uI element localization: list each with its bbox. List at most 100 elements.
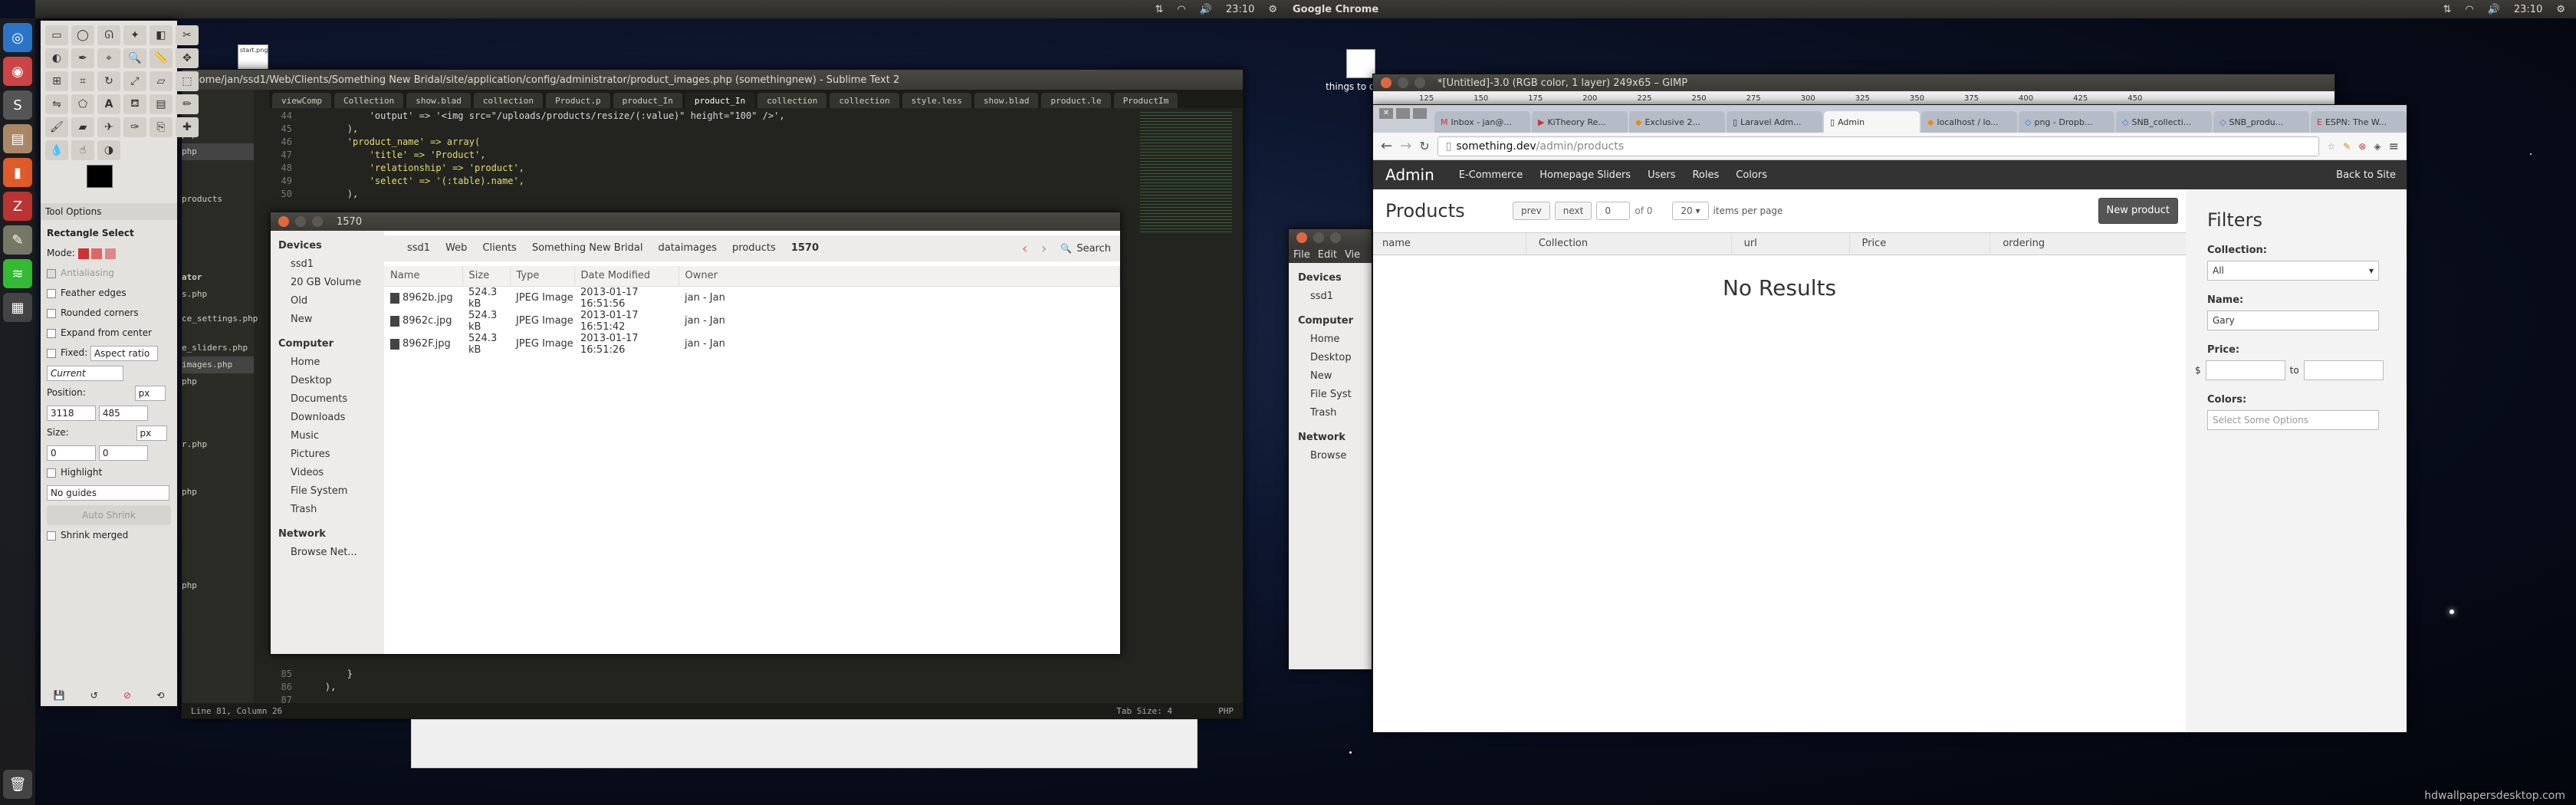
back-icon[interactable]: ← bbox=[1381, 138, 1392, 154]
minimap[interactable] bbox=[1140, 110, 1232, 232]
scale-tool-icon[interactable]: ⤢ bbox=[123, 71, 146, 91]
wifi-icon[interactable]: ◠ bbox=[1177, 4, 1185, 15]
current-field[interactable]: Current bbox=[47, 365, 123, 381]
sidebar-item-desktop[interactable]: Desktop bbox=[1298, 349, 1364, 367]
filezilla-icon[interactable]: Z bbox=[3, 192, 32, 221]
sidebar-item-old[interactable]: Old bbox=[278, 292, 376, 310]
sidebar-file[interactable]: products bbox=[182, 191, 254, 208]
crumb-clients[interactable]: Clients bbox=[475, 238, 524, 258]
col-size[interactable]: Size bbox=[462, 266, 511, 287]
rounded-checkbox[interactable]: Rounded corners bbox=[47, 303, 171, 323]
new-product-button[interactable]: New product bbox=[2098, 198, 2178, 224]
sidebar-item-trash[interactable]: Trash bbox=[1298, 404, 1364, 422]
save-options-icon[interactable]: 💾 bbox=[54, 690, 65, 701]
adblock-icon[interactable]: ⊗ bbox=[2358, 141, 2366, 152]
price-max-input[interactable] bbox=[2303, 360, 2384, 380]
crumb-client[interactable]: Something New Bridal bbox=[524, 238, 651, 258]
sidebar-item-music[interactable]: Music bbox=[278, 427, 376, 445]
reset-options-icon[interactable]: ⟲ bbox=[156, 690, 164, 701]
fuzzy-select-tool-icon[interactable]: ✦ bbox=[123, 25, 146, 45]
nautilus2-titlebar[interactable] bbox=[1289, 229, 1372, 246]
volume-icon[interactable]: 🔊 bbox=[2488, 4, 2500, 15]
editor-tab[interactable]: style.less bbox=[902, 93, 971, 108]
search-icon[interactable]: 🔍 bbox=[1060, 243, 1072, 254]
chrome-icon[interactable]: ◉ bbox=[3, 57, 32, 86]
size-w-input[interactable]: 0 bbox=[47, 445, 96, 461]
smudge-tool-icon[interactable]: ☝ bbox=[71, 140, 94, 160]
reload-icon[interactable]: ↻ bbox=[1419, 139, 1429, 153]
mode-subtract-icon[interactable] bbox=[105, 248, 117, 259]
sidebar-item-filesystem[interactable]: File Syst bbox=[1298, 386, 1364, 404]
zoom-tool-icon[interactable]: 🔍 bbox=[123, 48, 146, 68]
browser-tab[interactable]: ◇ png - Dropb... bbox=[2019, 111, 2114, 133]
browser-tab[interactable]: ◆ localhost / lo... bbox=[1921, 111, 2017, 133]
nav-roles[interactable]: Roles bbox=[1692, 169, 1719, 181]
clone-tool-icon[interactable]: ⎘ bbox=[150, 117, 172, 137]
align-tool-icon[interactable]: ⊞ bbox=[45, 71, 68, 91]
mode-replace-icon[interactable] bbox=[77, 248, 89, 259]
colors-select[interactable]: Select Some Options bbox=[2207, 410, 2379, 430]
nav-colors[interactable]: Colors bbox=[1736, 169, 1767, 181]
sidebar-file[interactable]: php bbox=[182, 143, 254, 160]
collection-select[interactable]: All ▾ bbox=[2207, 261, 2379, 281]
menu-icon[interactable]: ≡ bbox=[2389, 139, 2399, 153]
mode-add-icon[interactable] bbox=[91, 248, 103, 259]
sidebar-file[interactable]: php bbox=[182, 484, 254, 501]
menu-view[interactable]: Vie bbox=[1345, 249, 1360, 261]
col-date[interactable]: Date Modified bbox=[574, 266, 679, 287]
foreground-select-tool-icon[interactable]: ◐ bbox=[45, 48, 68, 68]
editor-tab[interactable]: collection bbox=[757, 93, 827, 108]
rotate-tool-icon[interactable]: ↻ bbox=[97, 71, 120, 91]
next-button[interactable]: next bbox=[1554, 202, 1592, 220]
close-icon[interactable] bbox=[1381, 77, 1392, 88]
position-y-input[interactable]: 485 bbox=[98, 405, 148, 421]
close-icon[interactable] bbox=[278, 216, 289, 227]
rect-select-tool-icon[interactable]: ▭ bbox=[45, 25, 68, 45]
page-input[interactable]: 0 bbox=[1596, 202, 1631, 220]
gimp-icon[interactable]: ✎ bbox=[3, 225, 32, 255]
sidebar-item-ssd1[interactable]: ssd1 bbox=[278, 255, 376, 274]
maximize-icon[interactable] bbox=[1330, 232, 1341, 243]
ink-tool-icon[interactable]: ✑ bbox=[123, 117, 146, 137]
crumb-ssd1[interactable]: ssd1 bbox=[399, 238, 438, 258]
restore-options-icon[interactable]: ↺ bbox=[90, 690, 98, 701]
network-icon[interactable]: ⇅ bbox=[1155, 4, 1163, 15]
sidebar-file[interactable]: r.php bbox=[182, 436, 254, 453]
sidebar-item-new[interactable]: New bbox=[1298, 367, 1364, 386]
browser-tab[interactable]: ▯ Laravel Adm... bbox=[1727, 111, 1822, 133]
dash-icon[interactable]: ◎ bbox=[3, 23, 32, 52]
sidebar-item-ssd1[interactable]: ssd1 bbox=[1298, 288, 1364, 306]
sidebar-item-new[interactable]: New bbox=[278, 310, 376, 329]
ellipse-select-tool-icon[interactable]: ◯ bbox=[71, 25, 94, 45]
file-row[interactable]: 8962b.jpg 524.3 kB JPEG Image 2013-01-17 1… bbox=[384, 286, 1120, 310]
sidebar-item-documents[interactable]: Documents bbox=[278, 390, 376, 409]
editor-tab[interactable]: Product.p bbox=[546, 93, 610, 108]
editor-tab[interactable]: show.blad bbox=[974, 93, 1039, 108]
terminal-icon[interactable]: ▮ bbox=[3, 158, 32, 187]
sidebar-file[interactable]: images.php bbox=[182, 356, 254, 373]
gear-icon[interactable]: ⚙ bbox=[2556, 4, 2565, 15]
close-icon[interactable] bbox=[1296, 232, 1307, 243]
editor-tab-active[interactable]: product_In bbox=[685, 93, 755, 108]
maximize-icon[interactable] bbox=[312, 216, 323, 227]
browser-tab[interactable]: ◇ SNB_collecti... bbox=[2116, 111, 2212, 133]
prev-button[interactable]: prev bbox=[1513, 202, 1550, 220]
expand-checkbox[interactable]: Expand from center bbox=[47, 323, 171, 343]
nav-homepage-sliders[interactable]: Homepage Sliders bbox=[1539, 169, 1631, 181]
col-collection-header[interactable]: Collection bbox=[1530, 233, 1732, 255]
airbrush-tool-icon[interactable]: ✈ bbox=[97, 117, 120, 137]
browser-tab[interactable]: E ESPN: The W... bbox=[2311, 111, 2407, 133]
clock[interactable]: 23:10 bbox=[1226, 4, 1254, 15]
editor-tab[interactable]: collection bbox=[830, 93, 899, 108]
search-button[interactable]: Search bbox=[1076, 243, 1111, 255]
file-row[interactable]: 8962c.jpg 524.3 kB JPEG Image 2013-01-17 1… bbox=[384, 310, 1120, 333]
sidebar-item-browse-network[interactable]: Browse Net... bbox=[278, 544, 376, 562]
feather-checkbox[interactable]: Feather edges bbox=[47, 283, 171, 303]
per-page-select[interactable]: 20 ▾ bbox=[1672, 202, 1709, 220]
sidebar-file[interactable]: ator bbox=[182, 269, 254, 286]
col-price-header[interactable]: Price bbox=[1852, 233, 1991, 255]
minimize-icon[interactable] bbox=[295, 216, 306, 227]
maximize-icon[interactable] bbox=[1413, 108, 1427, 119]
menu-file[interactable]: File bbox=[1293, 249, 1310, 261]
shrink-merged-checkbox[interactable]: Shrink merged bbox=[47, 525, 171, 545]
